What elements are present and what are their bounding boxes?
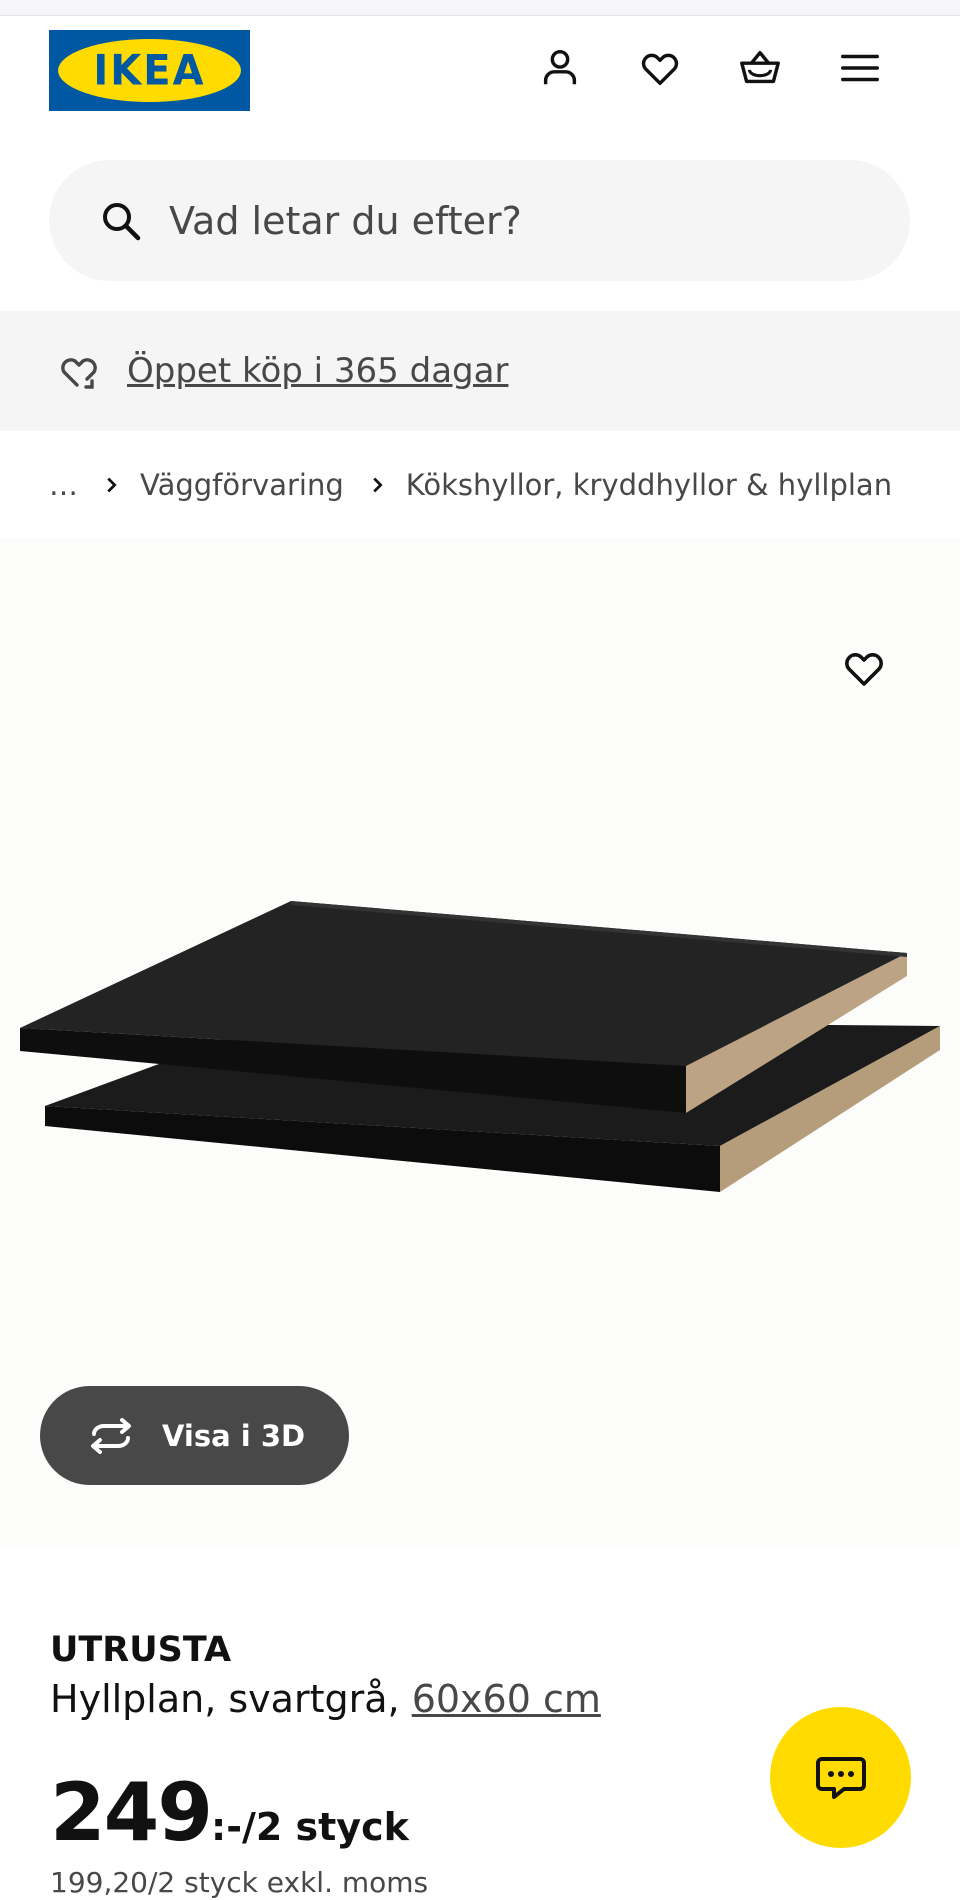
product-type: Hyllplan, svartgrå, — [50, 1677, 400, 1721]
wishlist-button[interactable] — [630, 38, 690, 98]
breadcrumb-item-wall-storage[interactable]: Väggförvaring — [140, 468, 344, 502]
open-purchase-link[interactable]: Öppet köp i 365 dagar — [127, 351, 508, 391]
favorite-button[interactable] — [834, 638, 894, 698]
product-description: Hyllplan, svartgrå, 60x60 cm — [50, 1674, 750, 1724]
view-3d-button[interactable]: Visa i 3D — [40, 1386, 349, 1485]
wishlist-heart-icon — [641, 53, 679, 86]
price-integer: 249 — [50, 1766, 213, 1859]
search-bar[interactable] — [49, 160, 910, 281]
account-icon — [543, 49, 577, 85]
rotate-3d-icon — [91, 1417, 131, 1454]
promo-banner: Öppet köp i 365 dagar — [0, 311, 960, 431]
cart-button[interactable] — [730, 38, 790, 98]
heart-outline-icon — [845, 653, 883, 686]
breadcrumb-item-kitchen-shelves[interactable]: Kökshyllor, kryddhyllor & hyllplan — [406, 468, 892, 502]
menu-button[interactable] — [830, 38, 890, 98]
site-header: IKEA — [0, 16, 960, 138]
menu-hamburger-icon — [841, 54, 879, 82]
product-price: 249 :-/2 styck — [50, 1766, 409, 1859]
logo-oval: IKEA — [58, 39, 241, 102]
account-button[interactable] — [530, 38, 590, 98]
product-gallery: Visa i 3D — [0, 538, 960, 1548]
breadcrumb: … Väggförvaring Kökshyllor, kryddhyllor … — [49, 462, 892, 508]
chevron-right-icon — [366, 474, 388, 496]
product-brand: UTRUSTA — [50, 1630, 232, 1670]
status-strip — [0, 0, 960, 16]
return-heart-icon — [61, 358, 97, 389]
search-icon — [103, 202, 141, 240]
breadcrumb-ellipsis[interactable]: … — [49, 468, 78, 502]
view-3d-label: Visa i 3D — [162, 1418, 306, 1453]
search-input[interactable] — [169, 198, 869, 243]
price-excl-vat: 199,20/2 styck exkl. moms — [50, 1866, 429, 1899]
logo-text: IKEA — [93, 46, 206, 95]
price-suffix: :-/2 styck — [211, 1805, 409, 1849]
chat-bubble-icon — [815, 1756, 866, 1799]
chat-button[interactable] — [770, 1707, 911, 1848]
product-info: UTRUSTA Hyllplan, svartgrå, 60x60 cm — [50, 1628, 750, 1724]
cart-basket-icon — [740, 50, 780, 84]
ikea-logo[interactable]: IKEA — [49, 30, 250, 111]
product-measure-link[interactable]: 60x60 cm — [412, 1677, 601, 1721]
chevron-right-icon — [100, 474, 122, 496]
